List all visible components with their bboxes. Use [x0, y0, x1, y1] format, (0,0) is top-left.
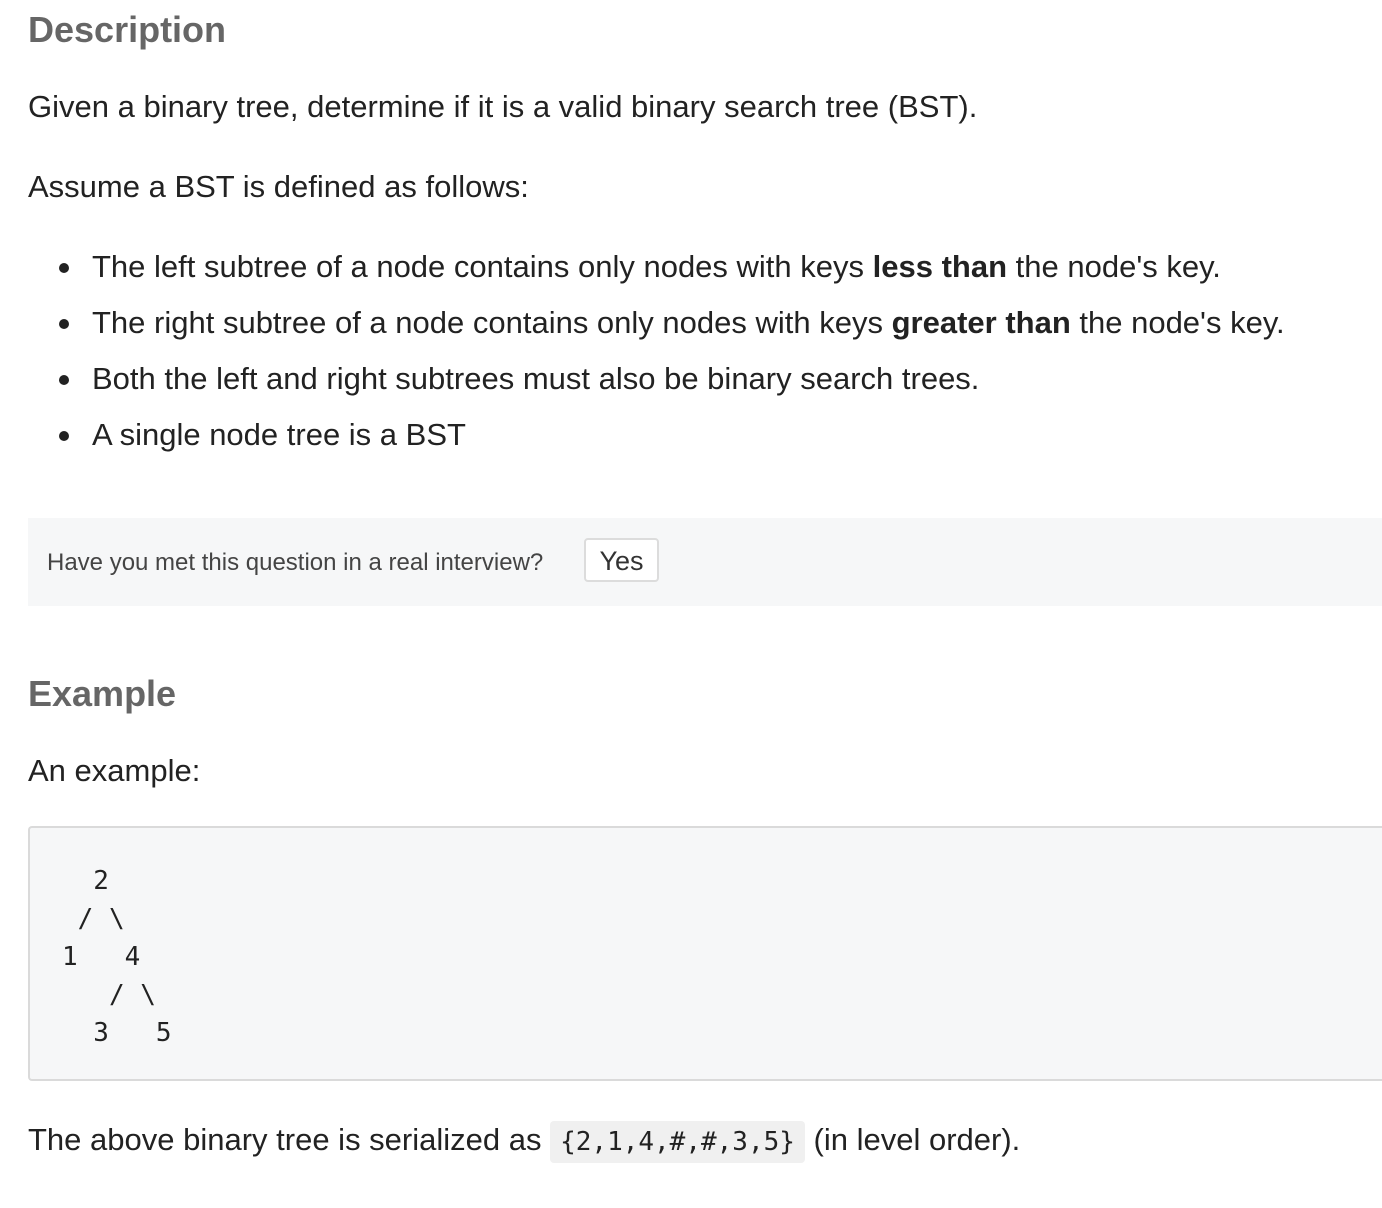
description-heading: Description: [28, 9, 227, 50]
rule-text-end: the node's key.: [1007, 249, 1221, 284]
bullet-icon: [59, 431, 69, 441]
bullet-icon: [59, 263, 69, 273]
bullet-icon: [59, 319, 69, 329]
serialization-text-end: (in level order).: [804, 1122, 1021, 1157]
list-item: A single node tree is a BST: [28, 415, 1285, 471]
bst-rules-list: The left subtree of a node contains only…: [28, 247, 1285, 471]
example-heading: Example: [28, 673, 177, 714]
rule-text-end: the node's key.: [1070, 305, 1285, 340]
serialized-tree-code: {2,1,4,#,#,3,5}: [550, 1121, 805, 1163]
list-item: The right subtree of a node contains onl…: [28, 303, 1285, 359]
example-code-block: 2 / \ 1 4 / \ 3 5: [28, 826, 1382, 1081]
example-intro: An example:: [28, 753, 201, 788]
serialization-text: The above binary tree is serialized as: [28, 1122, 551, 1157]
bullet-icon: [59, 375, 69, 385]
list-item: The left subtree of a node contains only…: [28, 247, 1285, 303]
rule-text: Both the left and right subtrees must al…: [92, 361, 980, 396]
yes-button[interactable]: Yes: [584, 538, 659, 582]
serialization-note: The above binary tree is serialized as {…: [28, 1121, 1021, 1163]
tree-diagram: 2 / \ 1 4 / \ 3 5: [62, 866, 172, 1048]
rule-emphasis: less than: [872, 249, 1008, 284]
interview-feedback-bar: Have you met this question in a real int…: [28, 518, 1382, 606]
rule-text: A single node tree is a BST: [92, 417, 466, 452]
rule-text: The right subtree of a node contains onl…: [92, 305, 892, 340]
list-item: Both the left and right subtrees must al…: [28, 359, 1285, 415]
rule-text: The left subtree of a node contains only…: [92, 249, 873, 284]
bst-definition-intro: Assume a BST is defined as follows:: [28, 169, 529, 204]
rule-emphasis: greater than: [891, 305, 1071, 340]
description-intro: Given a binary tree, determine if it is …: [28, 89, 978, 124]
interview-question-label: Have you met this question in a real int…: [47, 549, 544, 576]
